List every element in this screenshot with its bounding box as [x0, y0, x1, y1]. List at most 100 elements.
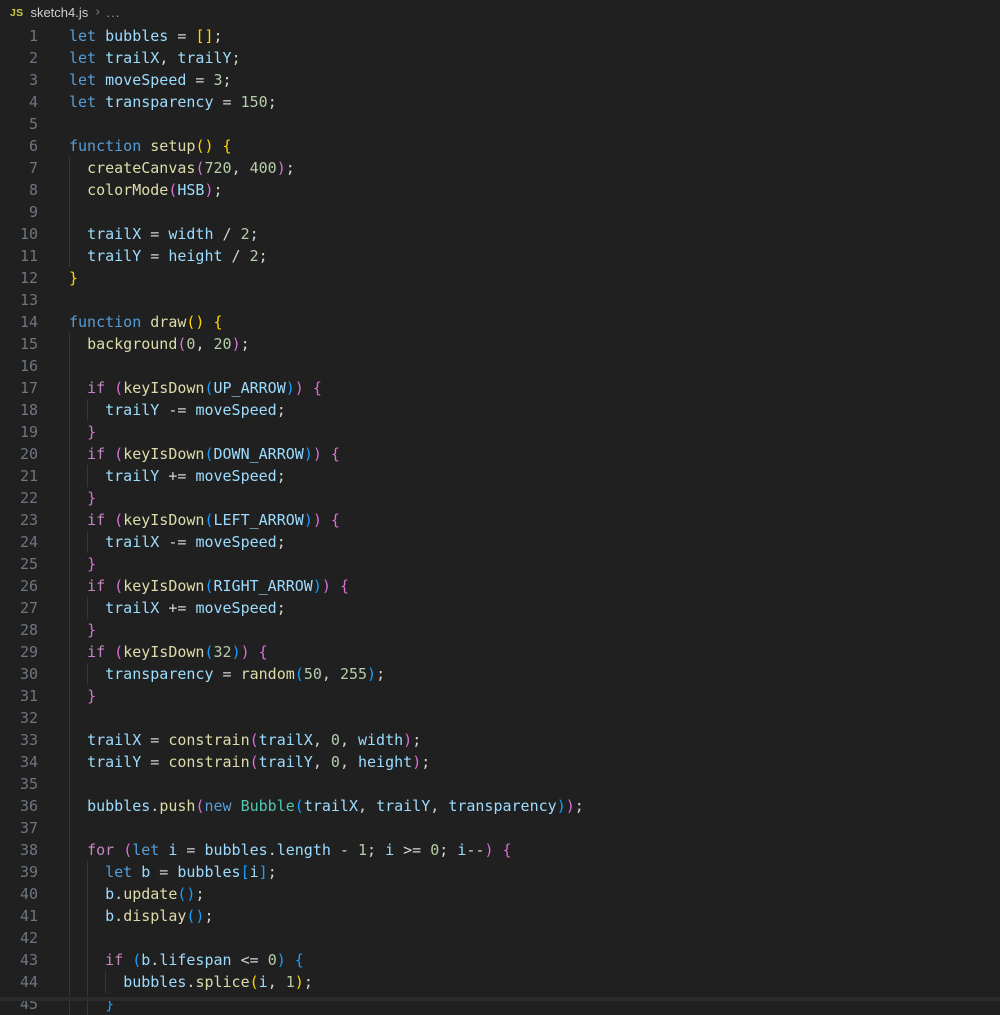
horizontal-scrollbar[interactable]: [0, 997, 1000, 1001]
code-token: b: [105, 907, 114, 925]
line-number[interactable]: 43: [0, 949, 38, 971]
code-line[interactable]: 10 trailX = width / 2;: [0, 223, 1000, 245]
line-number[interactable]: 18: [0, 399, 38, 421]
breadcrumb-item-symbol-ellipsis[interactable]: ...: [106, 5, 120, 20]
line-number[interactable]: 23: [0, 509, 38, 531]
code-line[interactable]: 40 b.update();: [0, 883, 1000, 905]
code-line[interactable]: 2let trailX, trailY;: [0, 47, 1000, 69]
line-number[interactable]: 33: [0, 729, 38, 751]
line-number[interactable]: 3: [0, 69, 38, 91]
line-number[interactable]: 38: [0, 839, 38, 861]
line-number[interactable]: 9: [0, 201, 38, 223]
line-number[interactable]: 30: [0, 663, 38, 685]
line-number[interactable]: 19: [0, 421, 38, 443]
code-token: [105, 511, 114, 529]
line-number[interactable]: 27: [0, 597, 38, 619]
code-line[interactable]: 6function setup() {: [0, 135, 1000, 157]
code-line[interactable]: 18 trailY -= moveSpeed;: [0, 399, 1000, 421]
code-line[interactable]: 31 }: [0, 685, 1000, 707]
code-line[interactable]: 16: [0, 355, 1000, 377]
line-number[interactable]: 8: [0, 179, 38, 201]
code-editor[interactable]: 1let bubbles = [];2let trailX, trailY;3l…: [0, 25, 1000, 1015]
breadcrumb-item-file[interactable]: JS sketch4.js: [10, 5, 88, 20]
code-line[interactable]: 41 b.display();: [0, 905, 1000, 927]
code-line[interactable]: 33 trailX = constrain(trailX, 0, width);: [0, 729, 1000, 751]
code-token: transparency: [105, 665, 213, 683]
line-number[interactable]: 12: [0, 267, 38, 289]
line-number[interactable]: 22: [0, 487, 38, 509]
code-line[interactable]: 25 }: [0, 553, 1000, 575]
line-number[interactable]: 32: [0, 707, 38, 729]
code-line[interactable]: 35: [0, 773, 1000, 795]
code-line[interactable]: 11 trailY = height / 2;: [0, 245, 1000, 267]
line-number[interactable]: 37: [0, 817, 38, 839]
code-line[interactable]: 44 bubbles.splice(i, 1);: [0, 971, 1000, 993]
code-line[interactable]: 8 colorMode(HSB);: [0, 179, 1000, 201]
code-line[interactable]: 4let transparency = 150;: [0, 91, 1000, 113]
code-line[interactable]: 36 bubbles.push(new Bubble(trailX, trail…: [0, 795, 1000, 817]
line-number[interactable]: 14: [0, 311, 38, 333]
code-line[interactable]: 32: [0, 707, 1000, 729]
code-line[interactable]: 24 trailX -= moveSpeed;: [0, 531, 1000, 553]
indent-guide: [87, 663, 88, 685]
line-number[interactable]: 35: [0, 773, 38, 795]
line-number[interactable]: 25: [0, 553, 38, 575]
line-number[interactable]: 41: [0, 905, 38, 927]
line-number[interactable]: 15: [0, 333, 38, 355]
code-line[interactable]: 29 if (keyIsDown(32)) {: [0, 641, 1000, 663]
code-line[interactable]: 43 if (b.lifespan <= 0) {: [0, 949, 1000, 971]
line-number[interactable]: 21: [0, 465, 38, 487]
code-line[interactable]: 37: [0, 817, 1000, 839]
code-line[interactable]: 30 transparency = random(50, 255);: [0, 663, 1000, 685]
line-number[interactable]: 6: [0, 135, 38, 157]
line-number[interactable]: 2: [0, 47, 38, 69]
code-line[interactable]: 9: [0, 201, 1000, 223]
line-number[interactable]: 39: [0, 861, 38, 883]
line-number[interactable]: 1: [0, 25, 38, 47]
code-line[interactable]: 34 trailY = constrain(trailY, 0, height)…: [0, 751, 1000, 773]
line-number[interactable]: 10: [0, 223, 38, 245]
code-line[interactable]: 28 }: [0, 619, 1000, 641]
code-line[interactable]: 42: [0, 927, 1000, 949]
line-number[interactable]: 44: [0, 971, 38, 993]
line-number[interactable]: 28: [0, 619, 38, 641]
line-number[interactable]: 20: [0, 443, 38, 465]
line-content: function draw() {: [69, 311, 223, 333]
code-line[interactable]: 23 if (keyIsDown(LEFT_ARROW)) {: [0, 509, 1000, 531]
code-token: ]: [259, 863, 268, 881]
code-line[interactable]: 20 if (keyIsDown(DOWN_ARROW)) {: [0, 443, 1000, 465]
line-number[interactable]: 34: [0, 751, 38, 773]
code-line[interactable]: 22 }: [0, 487, 1000, 509]
line-number[interactable]: 13: [0, 289, 38, 311]
code-line[interactable]: 39 let b = bubbles[i];: [0, 861, 1000, 883]
code-line[interactable]: 5: [0, 113, 1000, 135]
code-line[interactable]: 7 createCanvas(720, 400);: [0, 157, 1000, 179]
code-line[interactable]: 26 if (keyIsDown(RIGHT_ARROW)) {: [0, 575, 1000, 597]
line-number[interactable]: 7: [0, 157, 38, 179]
line-number[interactable]: 42: [0, 927, 38, 949]
code-line[interactable]: 17 if (keyIsDown(UP_ARROW)) {: [0, 377, 1000, 399]
code-line[interactable]: 13: [0, 289, 1000, 311]
code-token: createCanvas: [87, 159, 195, 177]
line-number[interactable]: 4: [0, 91, 38, 113]
code-line[interactable]: 19 }: [0, 421, 1000, 443]
code-line[interactable]: 27 trailX += moveSpeed;: [0, 597, 1000, 619]
code-line[interactable]: 12}: [0, 267, 1000, 289]
code-token: keyIsDown: [123, 379, 204, 397]
line-number[interactable]: 29: [0, 641, 38, 663]
code-line[interactable]: 21 trailY += moveSpeed;: [0, 465, 1000, 487]
line-number[interactable]: 26: [0, 575, 38, 597]
line-number[interactable]: 17: [0, 377, 38, 399]
line-number[interactable]: 16: [0, 355, 38, 377]
code-line[interactable]: 38 for (let i = bubbles.length - 1; i >=…: [0, 839, 1000, 861]
line-number[interactable]: 5: [0, 113, 38, 135]
code-line[interactable]: 15 background(0, 20);: [0, 333, 1000, 355]
line-number[interactable]: 24: [0, 531, 38, 553]
line-number[interactable]: 31: [0, 685, 38, 707]
code-line[interactable]: 3let moveSpeed = 3;: [0, 69, 1000, 91]
code-line[interactable]: 14 function draw() {: [0, 311, 1000, 333]
line-number[interactable]: 40: [0, 883, 38, 905]
line-number[interactable]: 36: [0, 795, 38, 817]
line-number[interactable]: 11: [0, 245, 38, 267]
code-line[interactable]: 1let bubbles = [];: [0, 25, 1000, 47]
